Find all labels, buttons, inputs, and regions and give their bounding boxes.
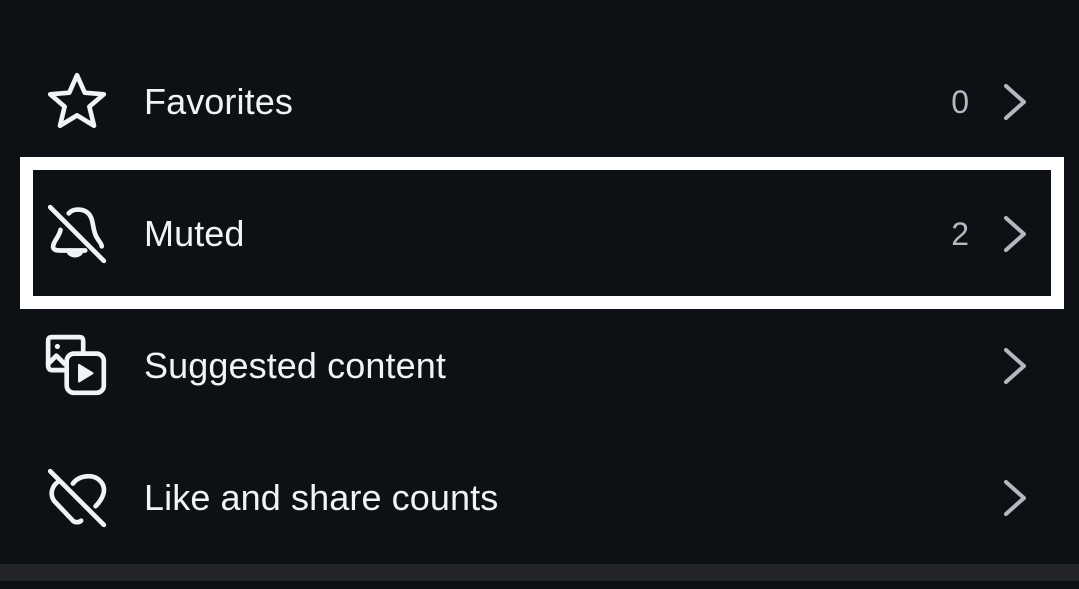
bell-off-icon [42, 199, 112, 269]
favorites-count: 0 [951, 83, 969, 120]
menu-item-suggested-content[interactable]: Suggested content [0, 300, 1079, 432]
menu-item-muted[interactable]: Muted 2 [0, 168, 1079, 300]
media-icon [42, 331, 112, 401]
heart-off-icon [42, 463, 112, 533]
star-icon [42, 67, 112, 137]
chevron-right-icon [1000, 214, 1030, 254]
menu-item-like-share-counts[interactable]: Like and share counts [0, 432, 1079, 564]
section-divider [0, 564, 1079, 581]
muted-count: 2 [951, 215, 969, 252]
chevron-right-icon [1000, 346, 1030, 386]
menu-item-favorites[interactable]: Favorites 0 [0, 36, 1079, 168]
chevron-right-icon [1000, 478, 1030, 518]
menu-item-label: Favorites [144, 81, 293, 122]
menu-item-label: Like and share counts [144, 477, 499, 518]
menu-item-label: Suggested content [144, 345, 446, 386]
menu-item-label: Muted [144, 213, 245, 254]
chevron-right-icon [1000, 82, 1030, 122]
